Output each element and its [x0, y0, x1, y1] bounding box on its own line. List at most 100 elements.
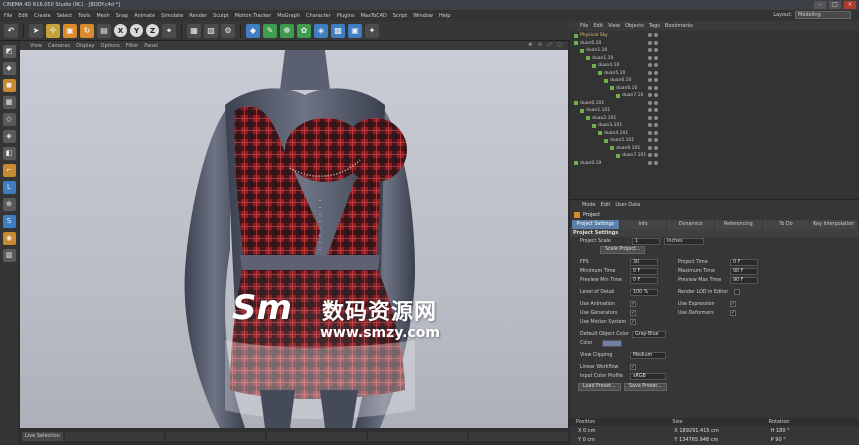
menu-edit[interactable]: Edit — [18, 13, 28, 19]
default-color-select[interactable]: Gray-Blue — [632, 331, 666, 338]
editor-visibility-dot[interactable] — [648, 78, 652, 82]
model-mode-icon[interactable]: ◆ — [2, 62, 16, 75]
object-row[interactable]: Physical Sky — [570, 32, 859, 40]
coord-size-y[interactable]: Y 134765.948 cm — [666, 436, 762, 445]
editor-visibility-dot[interactable] — [648, 123, 652, 127]
render-visibility-dot[interactable] — [654, 138, 658, 142]
coord-position-y[interactable]: Y 0 cm — [570, 436, 666, 445]
visibility-dots[interactable] — [648, 93, 658, 97]
menu-create[interactable]: Create — [34, 13, 51, 19]
render-visibility-dot[interactable] — [654, 108, 658, 112]
tab-project-settings[interactable]: Project Settings — [572, 220, 619, 229]
viewport-menu-filter[interactable]: Filter — [126, 43, 138, 49]
polygons-mode-icon[interactable]: ◧ — [2, 147, 16, 160]
om-menu-file[interactable]: File — [580, 23, 588, 29]
visibility-dots[interactable] — [648, 63, 658, 67]
render-view-icon[interactable]: ▦ — [187, 23, 201, 38]
object-row[interactable]: duan6.10 — [570, 85, 859, 93]
visibility-dots[interactable] — [648, 33, 658, 37]
menu-render[interactable]: Render — [189, 13, 207, 19]
scale-icon[interactable]: ▣ — [63, 23, 77, 38]
coordinate-system-icon[interactable]: ⌖ — [162, 23, 176, 38]
object-row[interactable]: duan5.101 — [570, 137, 859, 145]
use-motion-checkbox[interactable]: ✓ — [630, 319, 636, 325]
visibility-dots[interactable] — [648, 123, 658, 127]
object-row[interactable]: duan1.10 — [570, 55, 859, 63]
layout-select[interactable]: Modeling — [795, 11, 851, 19]
object-row[interactable]: duan4.10 — [570, 62, 859, 70]
visibility-dots[interactable] — [648, 160, 658, 165]
render-visibility-dot[interactable] — [654, 93, 658, 97]
tab-referencing[interactable]: Referencing — [715, 220, 762, 229]
grid-icon[interactable]: ◉ — [2, 232, 16, 245]
scale-project-button[interactable]: Scale Project... — [600, 246, 646, 254]
om-menu-edit[interactable]: Edit — [593, 23, 603, 29]
editor-visibility-dot[interactable] — [648, 100, 652, 105]
menu-plugins[interactable]: Plugins — [337, 13, 355, 19]
menu-script[interactable]: Script — [393, 13, 408, 19]
x-axis-lock[interactable]: X — [114, 24, 127, 37]
edges-mode-icon[interactable]: ◈ — [2, 130, 16, 143]
lod-input[interactable]: 100 % — [630, 289, 658, 296]
tab-to-do[interactable]: To Do — [762, 220, 810, 229]
render-visibility-dot[interactable] — [654, 70, 658, 75]
min-time-input[interactable]: 0 F — [630, 268, 658, 275]
max-time-input[interactable]: 90 F — [730, 268, 758, 275]
preview-min-input[interactable]: 0 F — [630, 277, 658, 284]
texture-mode-icon[interactable]: ◼ — [2, 79, 16, 92]
tab-key-interpolation[interactable]: Key Interpolation — [810, 220, 858, 229]
use-deformers-checkbox[interactable]: ✓ — [730, 310, 736, 316]
menu-select[interactable]: Select — [57, 13, 72, 19]
render-visibility-dot[interactable] — [654, 33, 658, 37]
visibility-dots[interactable] — [648, 145, 658, 150]
visibility-dots[interactable] — [648, 40, 658, 45]
viewport-menu-view[interactable]: View — [30, 43, 42, 49]
render-visibility-dot[interactable] — [654, 160, 658, 165]
light-icon[interactable]: ✦ — [365, 23, 379, 38]
maximize-button[interactable]: □ — [829, 1, 841, 9]
om-menu-view[interactable]: View — [608, 23, 620, 29]
editor-visibility-dot[interactable] — [648, 115, 652, 120]
preview-max-input[interactable]: 90 F — [730, 277, 758, 284]
use-expression-checkbox[interactable]: ✓ — [730, 301, 736, 307]
color-swatch[interactable] — [602, 340, 622, 347]
cube-icon[interactable]: ◆ — [246, 23, 260, 38]
object-row[interactable]: duan3.101 — [570, 122, 859, 130]
object-row[interactable]: duan7.101 — [570, 152, 859, 160]
render-visibility-dot[interactable] — [654, 115, 658, 120]
close-button[interactable]: × — [844, 1, 856, 9]
undo-icon[interactable]: ↶ — [4, 23, 18, 38]
menu-animate[interactable]: Animate — [134, 13, 155, 19]
am-menu-user-data[interactable]: User Data — [615, 202, 640, 208]
render-visibility-dot[interactable] — [654, 123, 658, 127]
coord-size-x[interactable]: X 189291.415 cm — [666, 427, 762, 436]
visibility-dots[interactable] — [648, 108, 658, 112]
coord-rotation-h[interactable]: H 180 ° — [763, 427, 859, 436]
object-row[interactable]: duan5.10 — [570, 70, 859, 78]
editor-visibility-dot[interactable] — [648, 63, 652, 67]
viewport-menu-panel[interactable]: Panel — [144, 43, 158, 49]
object-row[interactable]: duan4.101 — [570, 130, 859, 138]
om-menu-objects[interactable]: Objects — [625, 23, 644, 29]
editor-visibility-dot[interactable] — [648, 145, 652, 150]
project-time-input[interactable]: 0 F — [730, 259, 758, 266]
editor-visibility-dot[interactable] — [648, 33, 652, 37]
menu-help[interactable]: Help — [439, 13, 450, 19]
viewport-menu-options[interactable]: Options — [101, 43, 120, 49]
project-scale-unit-select[interactable]: Inches — [664, 238, 704, 245]
visibility-dots[interactable] — [648, 138, 658, 142]
visibility-dots[interactable] — [648, 115, 658, 120]
visibility-dots[interactable] — [648, 153, 658, 157]
menu-character[interactable]: Character — [306, 13, 331, 19]
input-profile-select[interactable]: sRGB — [630, 373, 666, 380]
am-menu-mode[interactable]: Mode — [582, 202, 596, 208]
menu-snap[interactable]: Snap — [116, 13, 129, 19]
editor-visibility-dot[interactable] — [648, 55, 652, 60]
camera-icon[interactable]: ▣ — [348, 23, 362, 38]
linear-workflow-checkbox[interactable]: ✓ — [630, 364, 636, 370]
scene-icon[interactable]: ▩ — [331, 23, 345, 38]
render-visibility-dot[interactable] — [654, 130, 658, 135]
render-visibility-dot[interactable] — [654, 100, 658, 105]
menu-mesh[interactable]: Mesh — [96, 13, 109, 19]
editor-visibility-dot[interactable] — [648, 160, 652, 165]
